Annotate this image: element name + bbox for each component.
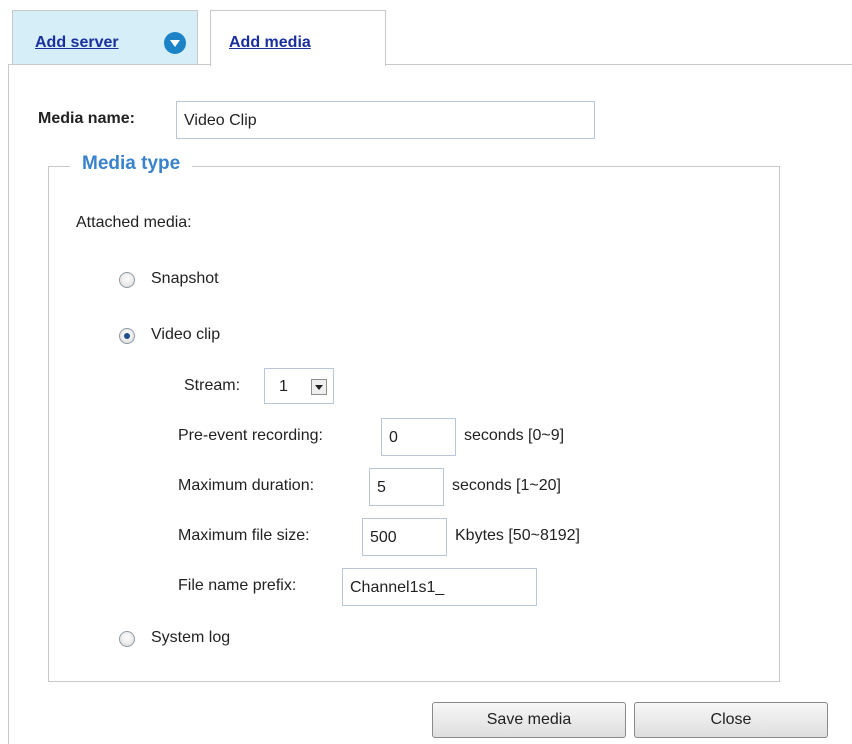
- max-file-size-input[interactable]: 500: [362, 518, 447, 556]
- save-media-button[interactable]: Save media: [432, 702, 626, 738]
- attached-media-label: Attached media:: [76, 214, 192, 231]
- pre-event-unit: seconds [0~9]: [464, 427, 565, 444]
- pre-event-label: Pre-event recording:: [178, 427, 323, 444]
- triangle-down-icon[interactable]: [311, 379, 327, 395]
- tab-add-media[interactable]: Add media: [210, 10, 386, 66]
- file-prefix-label: File name prefix:: [178, 577, 297, 594]
- file-prefix-input[interactable]: Channel1s1_: [342, 568, 537, 606]
- panel-border: [8, 64, 9, 744]
- media-type-legend: Media type: [70, 153, 193, 175]
- close-button[interactable]: Close: [634, 702, 828, 738]
- stream-value: 1: [279, 378, 288, 395]
- system-log-radio[interactable]: [119, 631, 135, 647]
- max-duration-label: Maximum duration:: [178, 477, 315, 494]
- tab-divider: [8, 64, 852, 65]
- stream-select[interactable]: 1: [264, 368, 334, 404]
- tab-add-media-label[interactable]: Add media: [229, 34, 311, 52]
- system-log-label[interactable]: System log: [151, 629, 230, 647]
- tab-add-server-label[interactable]: Add server: [35, 34, 119, 52]
- max-file-size-label: Maximum file size:: [178, 527, 310, 544]
- media-name-input[interactable]: Video Clip: [176, 101, 595, 139]
- video-clip-radio[interactable]: [119, 328, 135, 344]
- snapshot-label[interactable]: Snapshot: [151, 270, 219, 288]
- tab-add-server[interactable]: Add server: [12, 10, 198, 64]
- video-clip-label[interactable]: Video clip: [151, 326, 220, 344]
- chevron-down-circle-icon[interactable]: [164, 32, 186, 54]
- max-duration-unit: seconds [1~20]: [452, 477, 561, 494]
- stream-label: Stream:: [184, 377, 241, 394]
- snapshot-radio[interactable]: [119, 272, 135, 288]
- media-name-label: Media name:: [38, 110, 135, 127]
- max-duration-input[interactable]: 5: [369, 468, 444, 506]
- max-file-size-unit: Kbytes [50~8192]: [455, 527, 580, 544]
- pre-event-input[interactable]: 0: [381, 418, 456, 456]
